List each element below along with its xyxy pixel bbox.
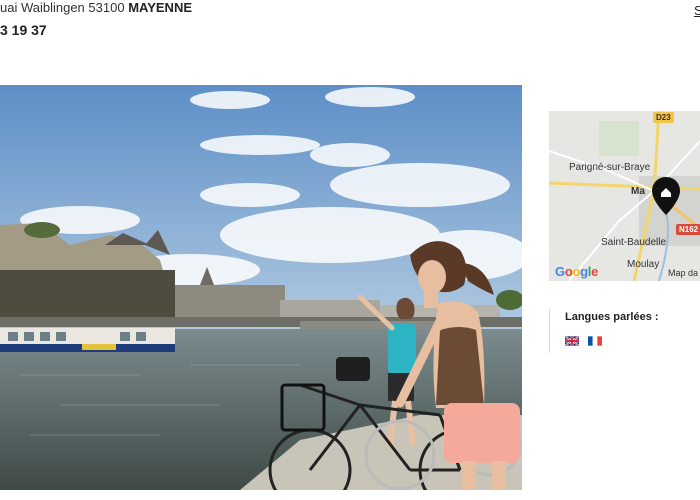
google-logo: Google bbox=[555, 264, 598, 279]
address: uai Waiblingen 53100 MAYENNE bbox=[0, 0, 192, 15]
address-line: uai Waiblingen 53100 bbox=[0, 0, 125, 15]
location-map[interactable]: D23 N162 Parigné-sur-Braye Ma y Saint-Ba… bbox=[549, 111, 700, 281]
map-pin-icon[interactable] bbox=[652, 177, 680, 215]
riverside-cyclists-photo bbox=[0, 85, 522, 490]
english-flag-icon bbox=[565, 336, 579, 346]
road-d23-label: D23 bbox=[653, 112, 674, 123]
phone-number[interactable]: 3 19 37 bbox=[0, 22, 47, 38]
map-data-attribution[interactable]: Map da bbox=[668, 268, 698, 278]
languages-title: Langues parlées : bbox=[565, 311, 659, 323]
road-n162-label: N162 bbox=[676, 224, 700, 235]
language-flags bbox=[565, 336, 602, 346]
address-city: MAYENNE bbox=[128, 0, 193, 15]
map-place-moulay: Moulay bbox=[627, 259, 660, 270]
google-letter: G bbox=[555, 264, 565, 279]
main-photo[interactable] bbox=[0, 85, 522, 490]
map-place-mayenne-a: Ma bbox=[631, 186, 645, 197]
google-letter: o bbox=[572, 264, 581, 279]
languages-divider bbox=[549, 309, 550, 353]
map-place-saint-baudelle: Saint-Baudelle bbox=[601, 237, 667, 248]
header-link[interactable]: S bbox=[694, 3, 700, 18]
google-letter: g bbox=[580, 264, 588, 279]
map-place-parigne: Parigné-sur-Braye bbox=[569, 162, 651, 173]
french-flag-icon bbox=[588, 336, 602, 346]
google-letter: e bbox=[591, 264, 599, 279]
